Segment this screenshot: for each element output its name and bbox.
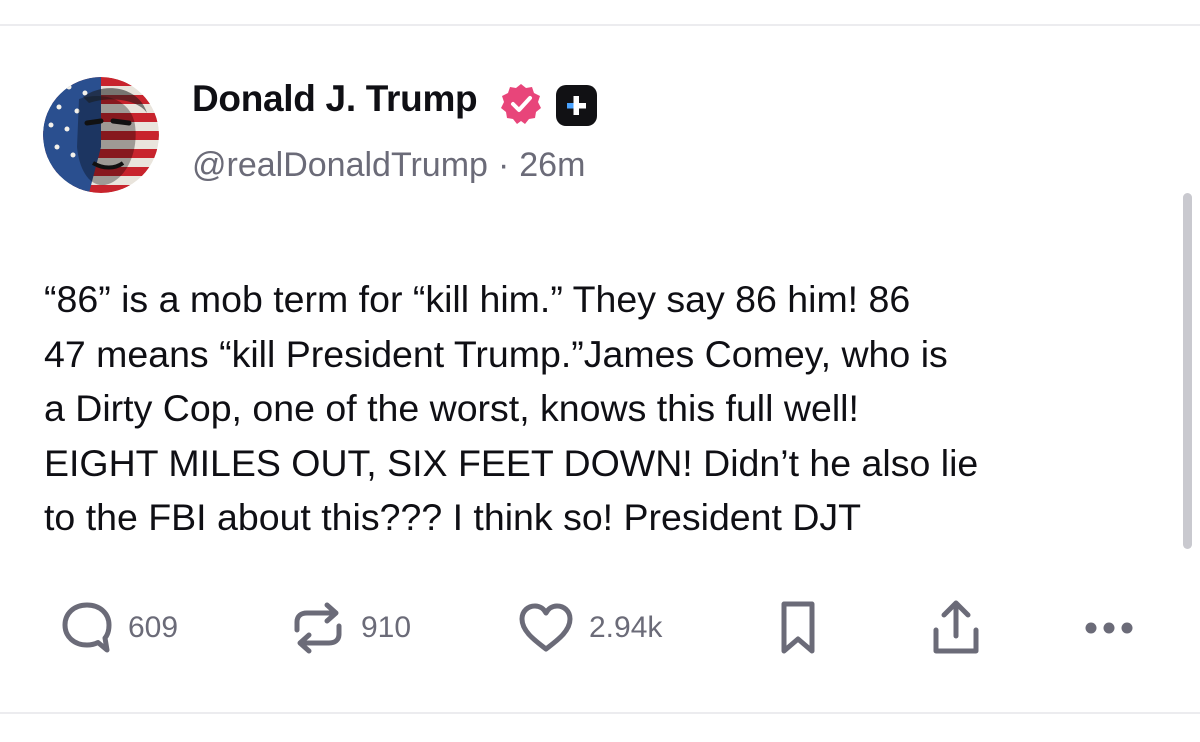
reply-count: 609 bbox=[128, 611, 179, 644]
meta-separator: · bbox=[497, 146, 510, 184]
scrollbar[interactable] bbox=[1183, 193, 1192, 549]
avatar[interactable] bbox=[43, 77, 159, 193]
author-handle[interactable]: @realDonaldTrump bbox=[192, 146, 488, 184]
reply-button[interactable]: 609 bbox=[60, 598, 178, 658]
like-count: 2.94k bbox=[589, 611, 663, 644]
more-dots-icon bbox=[1085, 622, 1133, 634]
verified-badge-icon bbox=[499, 82, 543, 126]
heart-icon bbox=[519, 603, 573, 652]
bottom-divider bbox=[0, 712, 1200, 714]
post-body-line: to the FBI about this??? I think so! Pre… bbox=[44, 496, 862, 538]
bookmark-button[interactable] bbox=[774, 598, 822, 658]
share-icon bbox=[933, 600, 979, 654]
like-button[interactable]: 2.94k bbox=[517, 598, 662, 658]
plus-square-icon bbox=[556, 85, 597, 126]
avatar-image bbox=[43, 77, 159, 193]
top-divider bbox=[0, 24, 1200, 26]
bookmark-icon bbox=[781, 601, 815, 654]
repost-count: 910 bbox=[361, 611, 412, 644]
post-body-line: a Dirty Cop, one of the worst, knows thi… bbox=[44, 387, 859, 429]
repost-icon bbox=[294, 602, 342, 654]
post-timestamp[interactable]: 26m bbox=[519, 146, 585, 184]
post-body-line: EIGHT MILES OUT, SIX FEET DOWN! Didn’t h… bbox=[44, 441, 979, 484]
more-options-button[interactable] bbox=[1083, 598, 1139, 658]
post-body-line: 47 means “kill President Trump.”James Co… bbox=[44, 332, 948, 375]
author-display-name[interactable]: Donald J. Trump bbox=[192, 78, 478, 120]
post-body-line: “86” is a mob term for “kill him.” They … bbox=[44, 278, 911, 320]
share-button[interactable] bbox=[928, 598, 984, 658]
author-meta-row: @realDonaldTrump · 26m bbox=[192, 146, 585, 185]
post-body: “86” is a mob term for “kill him.” They … bbox=[44, 272, 1174, 545]
reply-bubble-icon bbox=[62, 602, 112, 653]
repost-button[interactable]: 910 bbox=[289, 598, 411, 658]
